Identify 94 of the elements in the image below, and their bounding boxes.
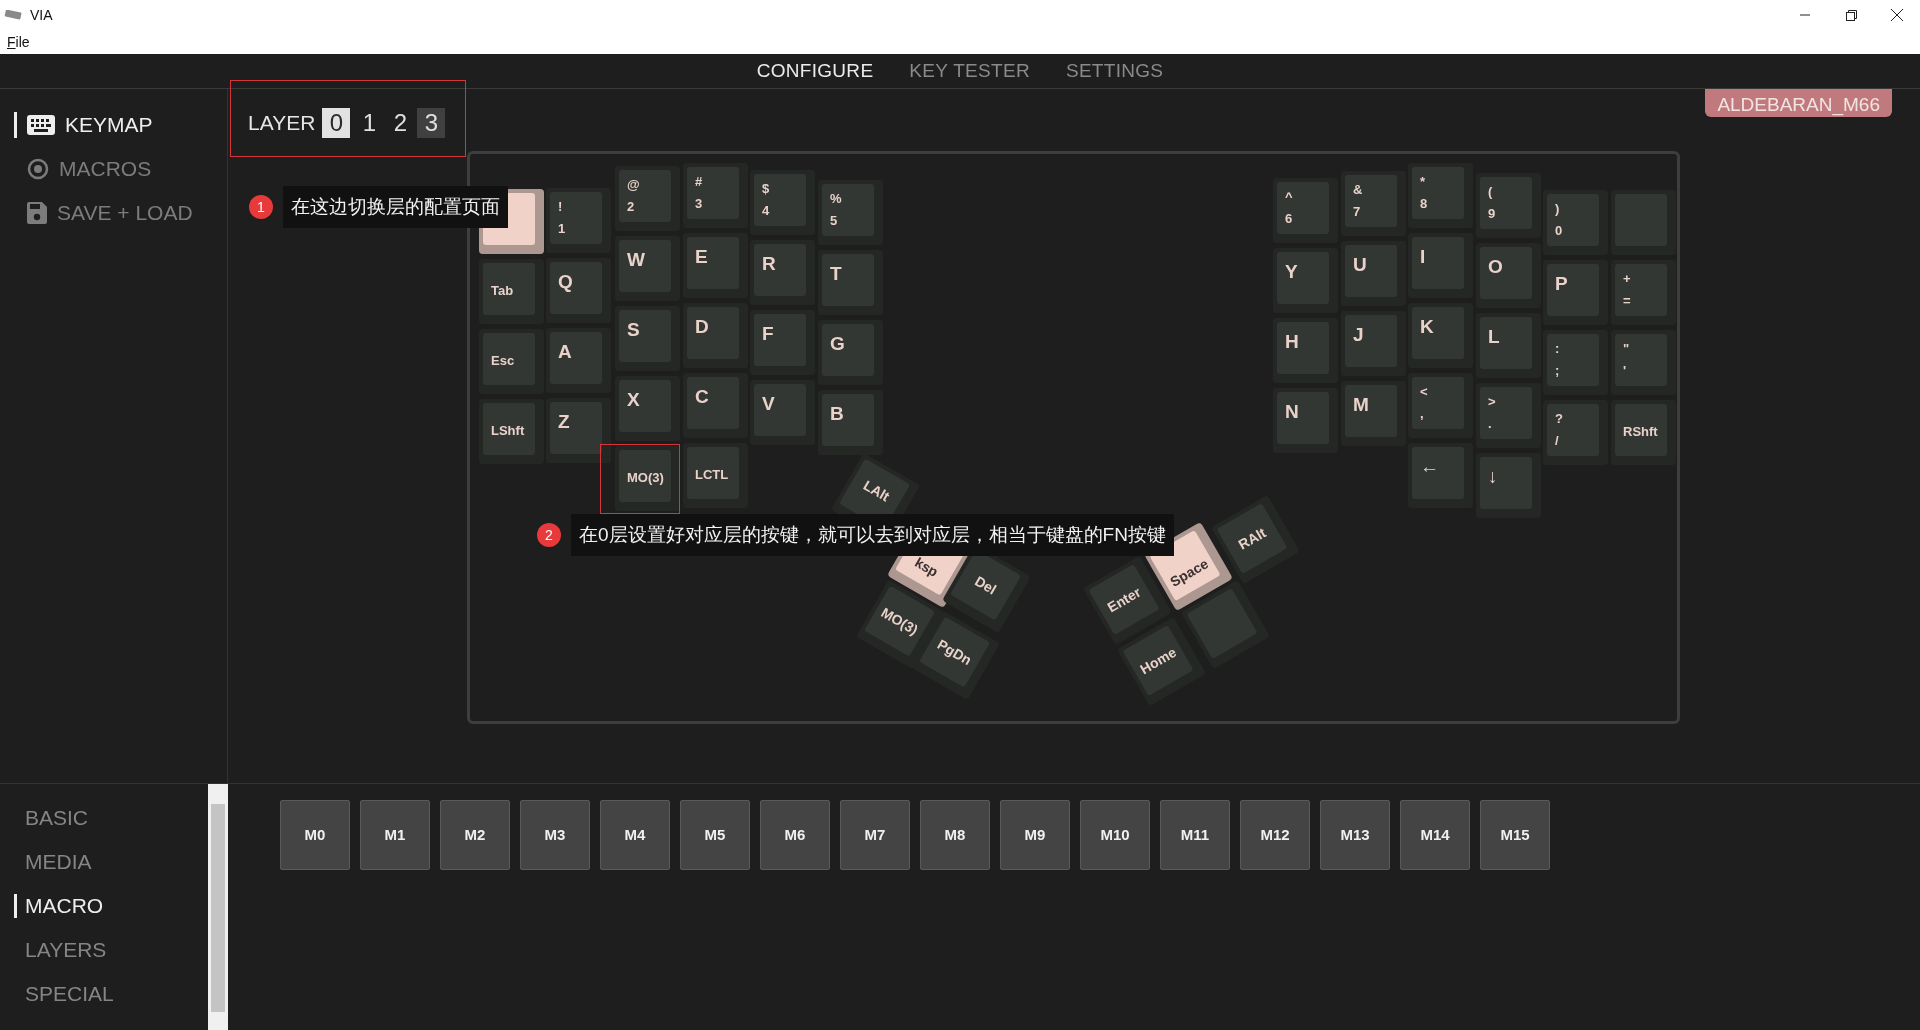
keycap[interactable]: RShft <box>1611 400 1676 465</box>
keycap[interactable]: + = <box>1611 260 1676 325</box>
keycap[interactable]: C <box>683 373 748 438</box>
keycap[interactable]: LCTL <box>683 443 748 508</box>
keycap[interactable]: K <box>1408 303 1473 368</box>
keycap[interactable]: @ 2 <box>615 166 680 231</box>
layer-label: LAYER <box>248 110 316 136</box>
keycap[interactable]: ( 9 <box>1476 173 1541 238</box>
macro-key[interactable]: M4 <box>600 800 670 870</box>
keycap[interactable]: Tab <box>479 259 544 324</box>
layer-tab[interactable]: 1 <box>355 107 384 138</box>
keycap[interactable]: % 5 <box>818 180 883 245</box>
category-item[interactable]: MEDIA <box>0 840 92 884</box>
keycap[interactable]: & 7 <box>1341 171 1406 236</box>
nav-tab[interactable]: CONFIGURE <box>742 56 888 86</box>
annotation-tooltip: 在0层设置好对应层的按键，就可以去到对应层，相当于键盘的FN按键 <box>571 514 1174 556</box>
macro-key[interactable]: M10 <box>1080 800 1150 870</box>
macro-key[interactable]: M1 <box>360 800 430 870</box>
nav-tab[interactable]: SETTINGS <box>1051 56 1178 86</box>
keycap[interactable]: V <box>750 380 815 445</box>
macro-key[interactable]: M6 <box>760 800 830 870</box>
keycap[interactable]: Esc <box>479 329 544 394</box>
keycap[interactable]: > . <box>1476 383 1541 448</box>
keycap[interactable]: L <box>1476 313 1541 378</box>
keycap[interactable]: Q <box>546 258 611 323</box>
macro-key[interactable]: M15 <box>1480 800 1550 870</box>
sidebar-item[interactable]: KEYMAP <box>0 103 153 147</box>
category-item[interactable]: BASIC <box>0 796 89 840</box>
macro-key[interactable]: M11 <box>1160 800 1230 870</box>
keycap[interactable]: N <box>1273 388 1338 453</box>
macro-key[interactable]: M9 <box>1000 800 1070 870</box>
keycap[interactable]: " ' <box>1611 330 1676 395</box>
step-number-badge: 2 <box>537 523 561 547</box>
keycap[interactable]: G <box>818 320 883 385</box>
keycap[interactable]: Y <box>1273 248 1338 313</box>
category-item[interactable]: LAYERS <box>0 928 107 972</box>
layer-tab[interactable]: 3 <box>417 107 446 138</box>
keycap[interactable]: H <box>1273 318 1338 383</box>
macro-key[interactable]: M2 <box>440 800 510 870</box>
keycap[interactable]: W <box>615 236 680 301</box>
macro-key[interactable]: M3 <box>520 800 590 870</box>
category-item[interactable]: MACRO <box>0 884 104 928</box>
keycap[interactable]: < , <box>1408 373 1473 438</box>
keycap[interactable]: ) 0 <box>1543 190 1608 255</box>
keycap[interactable]: P <box>1543 260 1608 325</box>
keycap[interactable]: ! 1 <box>546 188 611 253</box>
keycap[interactable]: RAlt <box>1211 495 1300 584</box>
scrollbar-thumb[interactable] <box>211 804 225 1012</box>
keycap[interactable]: M <box>1341 381 1406 446</box>
sidebar-item[interactable]: SAVE + LOAD <box>0 191 193 235</box>
keycap[interactable]: * 8 <box>1408 163 1473 228</box>
macro-key[interactable]: M14 <box>1400 800 1470 870</box>
macro-key[interactable]: M12 <box>1240 800 1310 870</box>
keycap[interactable]: ? / <box>1543 400 1608 465</box>
keycap[interactable]: T <box>818 250 883 315</box>
layer-tab[interactable]: 2 <box>386 107 415 138</box>
nav-tab[interactable]: KEY TESTER <box>895 56 1044 86</box>
keycap[interactable]: ← <box>1408 443 1473 508</box>
keycap[interactable]: LShft <box>479 399 544 464</box>
keycap[interactable]: A <box>546 328 611 393</box>
keycap[interactable]: S <box>615 306 680 371</box>
keycap[interactable]: X <box>615 376 680 441</box>
keycap[interactable]: I <box>1408 233 1473 298</box>
keycap[interactable]: O <box>1476 243 1541 308</box>
keycap[interactable]: : ; <box>1543 330 1608 395</box>
step-number-badge: 1 <box>249 195 273 219</box>
layer-tab[interactable]: 0 <box>322 107 351 138</box>
device-name-badge: ALDEBARAN_M66 <box>1705 89 1892 117</box>
macro-key[interactable]: M8 <box>920 800 990 870</box>
target-icon <box>27 158 49 180</box>
macro-key[interactable]: M7 <box>840 800 910 870</box>
keycap[interactable]: MO(3) <box>615 446 680 511</box>
keycap[interactable]: $ 4 <box>750 170 815 235</box>
macro-key[interactable]: M5 <box>680 800 750 870</box>
macro-key[interactable]: M0 <box>280 800 350 870</box>
keycap[interactable]: ^ 6 <box>1273 178 1338 243</box>
keycap[interactable]: Z <box>546 398 611 463</box>
keycap[interactable]: ↓ <box>1476 453 1541 518</box>
window-title: VIA <box>30 5 53 25</box>
keycap[interactable]: # 3 <box>683 163 748 228</box>
keyboard-icon <box>27 115 55 135</box>
scrollbar[interactable] <box>208 784 228 1030</box>
keycap[interactable]: J <box>1341 311 1406 376</box>
annotation-tooltip: 在这边切换层的配置页面 <box>283 186 508 228</box>
keycap[interactable]: B <box>818 390 883 455</box>
macro-key[interactable]: M13 <box>1320 800 1390 870</box>
category-item[interactable]: SPECIAL <box>0 972 114 1016</box>
keycap[interactable]: F <box>750 310 815 375</box>
keycap[interactable]: E <box>683 233 748 298</box>
sidebar-item[interactable]: MACROS <box>0 147 152 191</box>
keycap[interactable]: D <box>683 303 748 368</box>
keycap[interactable]: U <box>1341 241 1406 306</box>
keycap[interactable]: R <box>750 240 815 305</box>
menu-item[interactable]: File <box>0 31 37 53</box>
